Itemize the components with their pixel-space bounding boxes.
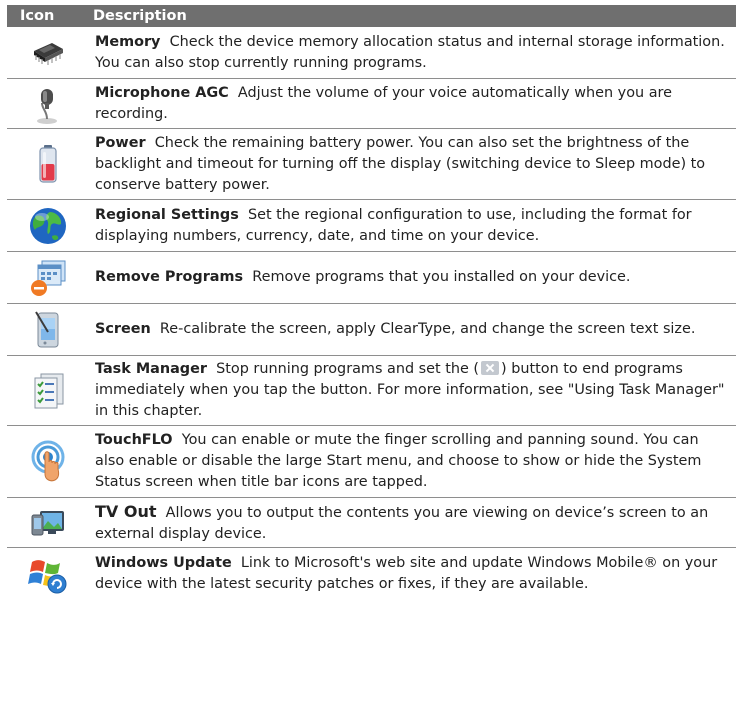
row-description: Microphone AGC Adjust the volume of your… xyxy=(88,83,736,125)
tv-out-icon xyxy=(7,507,88,539)
row-description: TV Out Allows you to output the contents… xyxy=(88,501,736,545)
table-row-touchflo: TouchFLO You can enable or mute the fing… xyxy=(7,426,736,498)
row-description: Power Check the remaining battery power.… xyxy=(88,133,736,196)
row-description: Remove Programs Remove programs that you… xyxy=(88,267,636,288)
memory-chip-icon xyxy=(7,39,88,67)
header-icon-column: Icon xyxy=(20,8,55,24)
table-row-microphone-agc: Microphone AGC Adjust the volume of your… xyxy=(7,79,736,129)
setting-name: Regional Settings xyxy=(95,206,239,223)
setting-name: Windows Update xyxy=(95,555,232,571)
microphone-icon xyxy=(7,83,88,125)
table-row-power: Power Check the remaining battery power.… xyxy=(7,129,736,200)
close-x-icon xyxy=(481,361,500,375)
row-description: Memory Check the device memory allocatio… xyxy=(88,32,736,74)
globe-icon xyxy=(7,206,88,246)
settings-icon-table: Icon Description Memory Check the device… xyxy=(7,5,736,600)
row-description: Regional Settings Set the regional confi… xyxy=(88,205,736,247)
windows-update-icon xyxy=(7,554,88,594)
remove-programs-icon xyxy=(7,258,88,298)
screen-stylus-icon xyxy=(7,310,88,350)
setting-name: TV Out xyxy=(95,501,157,521)
setting-name: Memory xyxy=(95,33,161,50)
table-row-windows-update: Windows Update Link to Microsoft's web s… xyxy=(7,548,736,600)
table-row-remove-programs: Remove Programs Remove programs that you… xyxy=(7,252,736,304)
touchflo-icon xyxy=(7,440,88,484)
setting-name: Screen xyxy=(95,321,151,337)
setting-description: You can enable or mute the finger scroll… xyxy=(95,432,702,490)
setting-description-part-1: Stop running programs and set the ( xyxy=(216,361,480,377)
setting-description: Re-calibrate the screen, apply ClearType… xyxy=(159,321,696,337)
setting-name: Task Manager xyxy=(95,361,207,377)
row-description: Task Manager Stop running programs and s… xyxy=(88,359,736,422)
row-description: Screen Re-calibrate the screen, apply Cl… xyxy=(88,319,701,340)
setting-name: Power xyxy=(95,134,146,151)
row-description: TouchFLO You can enable or mute the fing… xyxy=(88,430,736,493)
setting-name: Remove Programs xyxy=(95,269,244,285)
setting-name: Microphone AGC xyxy=(95,84,229,101)
table-row-screen: Screen Re-calibrate the screen, apply Cl… xyxy=(7,304,736,356)
setting-description: Allows you to output the contents you ar… xyxy=(95,504,709,542)
setting-description: Check the device memory allocation statu… xyxy=(95,33,725,71)
setting-name: TouchFLO xyxy=(95,432,173,448)
task-manager-icon xyxy=(7,372,88,410)
table-header: Icon Description xyxy=(7,5,736,27)
table-row-regional-settings: Regional Settings Set the regional confi… xyxy=(7,200,736,252)
table-row-memory: Memory Check the device memory allocatio… xyxy=(7,27,736,79)
table-row-tv-out: TV Out Allows you to output the contents… xyxy=(7,498,736,548)
header-description-column: Description xyxy=(93,8,187,24)
battery-icon xyxy=(7,144,88,184)
setting-description: Check the remaining battery power. You c… xyxy=(95,134,706,193)
table-row-task-manager: Task Manager Stop running programs and s… xyxy=(7,356,736,426)
row-description: Windows Update Link to Microsoft's web s… xyxy=(88,553,736,595)
setting-description: Remove programs that you installed on yo… xyxy=(252,269,631,285)
